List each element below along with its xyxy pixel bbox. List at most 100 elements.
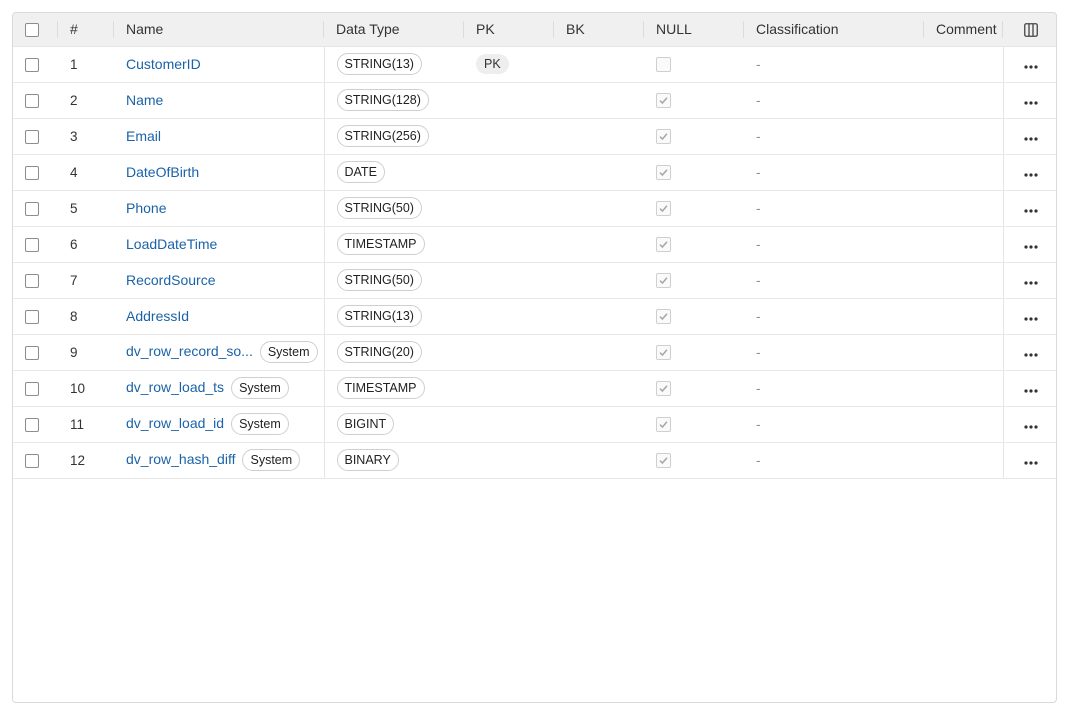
null-checkbox[interactable] [656,164,671,180]
table-row: 4 DateOfBirth DATE - [13,154,1056,191]
row-name-cell: dv_row_hash_diff System [114,442,325,479]
column-name-link[interactable]: AddressId [126,308,189,324]
row-select-checkbox[interactable] [25,201,39,216]
row-comment-cell [924,226,1003,263]
null-checkbox[interactable] [656,380,671,396]
row-actions-button[interactable] [1002,118,1056,155]
column-name-link[interactable]: dv_row_load_id [126,415,224,431]
row-bk-cell [554,442,644,479]
row-select-checkbox[interactable] [25,237,39,252]
null-checkbox[interactable] [656,128,671,144]
system-badge: System [242,449,301,471]
column-name-link[interactable]: Email [126,128,161,144]
row-name-cell: CustomerID [114,46,325,83]
row-num-cell: 5 [58,190,114,227]
header-num[interactable]: # [58,13,114,47]
row-null-cell [644,334,744,371]
row-null-cell [644,226,744,263]
row-null-cell [644,46,744,83]
header-bk[interactable]: BK [554,13,644,47]
select-all-checkbox[interactable] [25,23,39,38]
header-select-all[interactable] [13,13,58,47]
row-null-cell [644,262,744,299]
row-pk-cell [464,262,554,299]
null-checkbox[interactable] [656,272,671,288]
row-select-checkbox[interactable] [25,57,39,72]
row-actions-button[interactable] [1002,46,1056,83]
row-name-cell: DateOfBirth [114,154,325,191]
column-name-link[interactable]: Phone [126,200,166,216]
null-checkbox[interactable] [656,344,671,360]
row-number: 6 [70,236,78,252]
null-checkbox[interactable] [656,236,671,252]
null-checkbox[interactable] [656,56,671,72]
null-checkbox[interactable] [656,416,671,432]
row-select-checkbox[interactable] [25,309,39,324]
null-checkbox[interactable] [656,452,671,468]
column-name-link[interactable]: dv_row_load_ts [126,379,224,395]
row-type-cell: BINARY [324,442,464,479]
column-name-link[interactable]: RecordSource [126,272,216,288]
row-select-checkbox[interactable] [25,165,39,180]
row-actions-button[interactable] [1002,298,1056,335]
row-actions-button[interactable] [1002,262,1056,299]
row-actions-button[interactable] [1002,226,1056,263]
row-select-checkbox[interactable] [25,93,39,108]
row-null-cell [644,118,744,155]
row-pk-cell [464,406,554,443]
table-row: 2 Name STRING(128) - [13,82,1056,119]
row-comment-cell [924,82,1003,119]
row-select-checkbox[interactable] [25,273,39,288]
column-name-link[interactable]: CustomerID [126,56,201,72]
row-num-cell: 9 [58,334,114,371]
null-checkbox[interactable] [656,308,671,324]
row-num-cell: 12 [58,442,114,479]
column-name-link[interactable]: dv_row_hash_diff [126,451,235,467]
row-actions-button[interactable] [1002,190,1056,227]
null-checkbox[interactable] [656,92,671,108]
more-horizontal-icon [1024,316,1038,321]
table-row: 9 dv_row_record_so... System STRING(20) - [13,334,1056,371]
row-pk-cell [464,298,554,335]
header-data-type-label: Data Type [336,21,400,38]
row-bk-cell [554,370,644,407]
column-name-link[interactable]: Name [126,92,163,108]
row-num-cell: 11 [58,406,114,443]
pk-badge: PK [476,54,509,74]
row-actions-button[interactable] [1002,406,1056,443]
header-pk[interactable]: PK [464,13,554,47]
table-row: 1 CustomerID STRING(13) PK - [13,46,1056,83]
row-actions-button[interactable] [1002,442,1056,479]
header-name-label: Name [126,21,164,38]
row-select-checkbox[interactable] [25,417,39,432]
row-select-checkbox[interactable] [25,453,39,468]
row-actions-button[interactable] [1002,82,1056,119]
more-horizontal-icon [1024,172,1038,177]
header-data-type[interactable]: Data Type [324,13,464,47]
row-select-checkbox[interactable] [25,129,39,144]
row-pk-cell: PK [464,46,554,83]
row-select-checkbox[interactable] [25,345,39,360]
header-null[interactable]: NULL [644,13,744,47]
header-classification[interactable]: Classification [744,13,924,47]
row-classification-cell: - [744,370,924,407]
row-pk-cell [464,154,554,191]
null-checkbox[interactable] [656,200,671,216]
row-null-cell [644,82,744,119]
column-name-link[interactable]: DateOfBirth [126,164,199,180]
row-actions-button[interactable] [1002,154,1056,191]
row-actions-button[interactable] [1002,370,1056,407]
column-settings-button[interactable] [1003,13,1056,47]
column-name-link[interactable]: LoadDateTime [126,236,217,252]
row-select-checkbox[interactable] [25,381,39,396]
table-row: 11 dv_row_load_id System BIGINT - [13,406,1056,443]
classification-value: - [756,380,761,396]
more-horizontal-icon [1024,280,1038,285]
classification-value: - [756,56,761,72]
header-comment[interactable]: Comment [924,13,1003,47]
column-name-link[interactable]: dv_row_record_so... [126,343,253,359]
header-name[interactable]: Name [114,13,324,47]
row-num-cell: 10 [58,370,114,407]
header-pk-label: PK [476,21,495,38]
row-actions-button[interactable] [1002,334,1056,371]
